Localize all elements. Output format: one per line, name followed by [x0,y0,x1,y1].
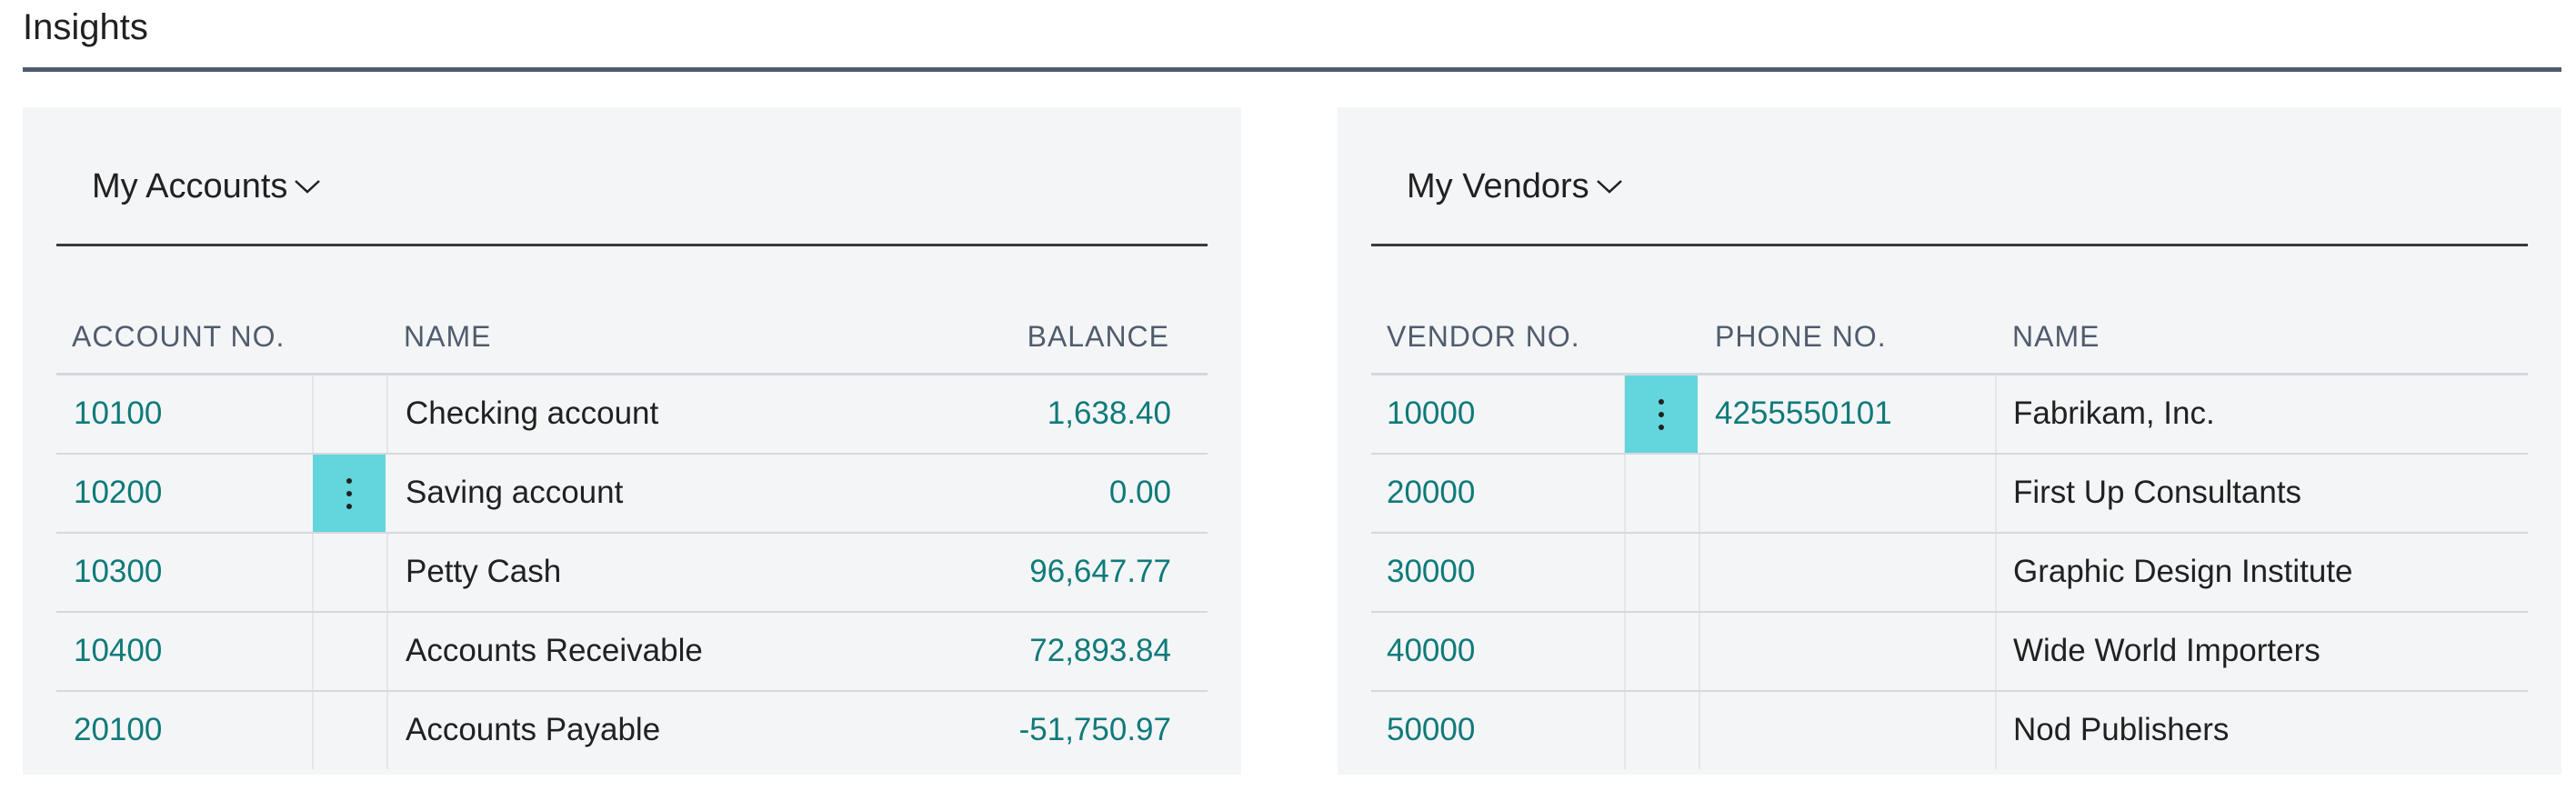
column-separator [1699,613,1700,690]
column-separator [1624,613,1626,690]
my-vendors-header: My Vendors [1371,107,2528,246]
accounts-table-header: ACCOUNT NO. NAME BALANCE [56,298,1208,375]
vendor-no-link[interactable]: 30000 [1387,552,1475,592]
insights-page: Insights My Accounts ACCOUNT NO. NAME BA… [0,0,2576,801]
account-balance-link[interactable]: 0.00 [1109,473,1171,513]
column-separator [1624,534,1626,611]
column-separator [386,375,388,453]
vendors-table-header: VENDOR NO. PHONE NO. NAME [1371,298,2528,375]
column-header-balance[interactable]: BALANCE [1027,318,1169,355]
table-row[interactable]: 10300 Petty Cash 96,647.77 [56,534,1208,613]
row-actions-button[interactable] [1625,375,1698,453]
vendors-table: VENDOR NO. PHONE NO. NAME 10000 42555501… [1371,298,2528,769]
column-separator [1699,534,1700,611]
account-no-link[interactable]: 10300 [74,552,162,592]
account-name: Checking account [406,395,659,431]
table-row[interactable]: 10100 Checking account 1,638.40 [56,375,1208,455]
column-separator [386,692,388,769]
section-divider [23,67,2561,72]
table-row[interactable]: 10200 Saving account 0.00 [56,455,1208,534]
section-title: Insights [23,7,148,47]
account-name: Accounts Receivable [406,633,703,668]
table-row[interactable]: 10000 4255550101 Fabrikam, Inc. [1371,375,2528,455]
account-no-link[interactable]: 10200 [74,473,162,513]
column-header-phone-no[interactable]: PHONE NO. [1715,318,1887,355]
chevron-down-icon [293,176,322,196]
vendor-no-link[interactable]: 50000 [1387,710,1475,750]
account-balance-link[interactable]: 96,647.77 [1029,552,1171,592]
column-separator [1699,692,1700,769]
account-no-link[interactable]: 10400 [74,631,162,671]
my-accounts-title: My Accounts [92,167,288,205]
column-separator [312,375,314,453]
table-row[interactable]: 20000 First Up Consultants [1371,455,2528,534]
account-name: Accounts Payable [406,712,661,747]
accounts-table: ACCOUNT NO. NAME BALANCE 10100 Checking … [56,298,1208,769]
column-separator [1995,692,1997,769]
column-separator [1995,455,1997,532]
account-balance-link[interactable]: 72,893.84 [1029,631,1171,671]
column-separator [1995,375,1997,453]
vendor-no-link[interactable]: 20000 [1387,473,1475,513]
my-vendors-title-button[interactable]: My Vendors [1407,164,1624,209]
my-accounts-panel: My Accounts ACCOUNT NO. NAME BALANCE 101… [23,107,1241,775]
my-vendors-title: My Vendors [1407,167,1589,205]
chevron-down-icon [1595,176,1624,196]
vendor-name: Nod Publishers [2013,712,2230,747]
column-separator [1624,692,1626,769]
table-row[interactable]: 40000 Wide World Importers [1371,613,2528,692]
column-separator [1995,534,1997,611]
account-no-link[interactable]: 20100 [74,710,162,750]
vendor-name: Fabrikam, Inc. [2013,395,2215,431]
table-row[interactable]: 20100 Accounts Payable -51,750.97 [56,692,1208,769]
column-header-name[interactable]: NAME [2012,318,2100,355]
column-header-vendor-no[interactable]: VENDOR NO. [1387,318,1580,355]
column-separator [1995,613,1997,690]
column-separator [386,613,388,690]
column-separator [1624,455,1626,532]
my-vendors-panel: My Vendors VENDOR NO. PHONE NO. NAME 100… [1338,107,2561,775]
more-vertical-icon [1659,398,1664,430]
column-header-name[interactable]: NAME [404,318,491,355]
vendor-name: First Up Consultants [2013,475,2302,510]
more-vertical-icon [346,477,352,509]
vendor-phone-link[interactable]: 4255550101 [1715,394,1892,434]
table-row[interactable]: 30000 Graphic Design Institute [1371,534,2528,613]
account-balance-link[interactable]: -51,750.97 [1019,710,1171,750]
column-header-account-no[interactable]: ACCOUNT NO. [72,318,285,355]
account-name: Saving account [406,475,624,510]
table-row[interactable]: 10400 Accounts Receivable 72,893.84 [56,613,1208,692]
table-row[interactable]: 50000 Nod Publishers [1371,692,2528,769]
column-separator [312,613,314,690]
vendor-no-link[interactable]: 40000 [1387,631,1475,671]
my-accounts-title-button[interactable]: My Accounts [92,164,322,209]
account-no-link[interactable]: 10100 [74,394,162,434]
account-balance-link[interactable]: 1,638.40 [1047,394,1171,434]
vendor-no-link[interactable]: 10000 [1387,394,1475,434]
vendor-name: Wide World Importers [2013,633,2320,668]
row-actions-button[interactable] [313,455,386,532]
column-separator [386,534,388,611]
column-separator [312,692,314,769]
account-name: Petty Cash [406,554,562,589]
vendor-name: Graphic Design Institute [2013,554,2353,589]
column-separator [312,534,314,611]
my-accounts-header: My Accounts [56,107,1208,246]
column-separator [1699,455,1700,532]
